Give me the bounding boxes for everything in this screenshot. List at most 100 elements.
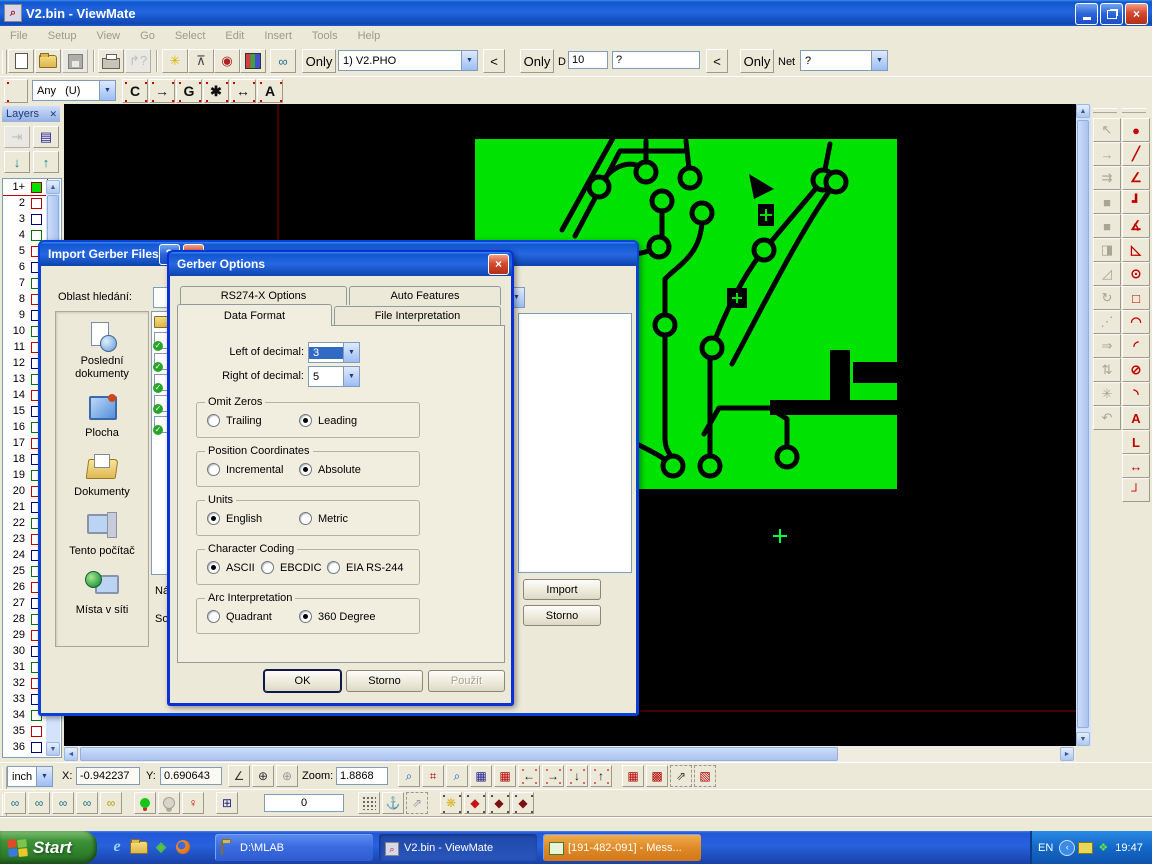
move-tool-button[interactable]: → [1093, 142, 1121, 166]
save-file-button[interactable] [62, 49, 88, 73]
close-icon[interactable]: × [488, 254, 509, 275]
copy-tool-button[interactable]: ⇉ [1093, 166, 1121, 190]
pan-right-icon[interactable]: → [542, 765, 564, 787]
layer-color-swatch[interactable] [31, 230, 42, 241]
film-colors-button[interactable] [240, 49, 266, 73]
new-file-button[interactable] [8, 49, 34, 73]
gerber-options-titlebar[interactable]: Gerber Options × [169, 252, 512, 276]
line-tool-button[interactable]: ╱ [1122, 142, 1150, 166]
task-dmlab[interactable]: D:\MLAB [215, 834, 373, 861]
highlight-off-icon[interactable] [158, 792, 180, 814]
aperture-arrow-button[interactable]: → [149, 79, 175, 103]
undo-tool-button[interactable]: ↶ [1093, 406, 1121, 430]
pad-mode-icon[interactable]: ◆ [464, 792, 486, 814]
layer-table-button[interactable]: ▤ [33, 126, 59, 148]
vector-icon[interactable]: ⇗ [406, 792, 428, 814]
grid-edit-icon[interactable]: ▩ [646, 765, 668, 787]
menu-tools[interactable]: Tools [302, 28, 348, 44]
radio-ebcdic[interactable]: EBCDIC [261, 561, 322, 574]
cancel-button[interactable]: Storno [523, 605, 601, 626]
paste-tool-button[interactable]: ⇒ [1093, 334, 1121, 358]
hscroll-thumb[interactable] [80, 747, 838, 761]
layer-row[interactable]: 3 [3, 211, 47, 227]
settings-tool-button[interactable]: ✳ [1093, 382, 1121, 406]
arc-tool-button[interactable]: ◠ [1122, 310, 1150, 334]
grid-red-icon[interactable]: ▦ [494, 765, 516, 787]
measure-view-button[interactable]: ⊼ [188, 49, 214, 73]
tile-windows-icon[interactable]: ⊞ [216, 792, 238, 814]
angle-measure-icon[interactable]: ∠ [228, 765, 250, 787]
layer-select[interactable]: 1) V2.PHO ▼ [338, 50, 478, 71]
menu-help[interactable]: Help [348, 28, 391, 44]
print-button[interactable] [98, 49, 124, 73]
rect-fill-tool-button[interactable]: ■ [1093, 214, 1121, 238]
pad-edit-icon[interactable]: ◆ [512, 792, 534, 814]
firefox-icon[interactable] [174, 838, 192, 856]
anchor-icon[interactable]: ⚓ [382, 792, 404, 814]
polyline-tool-button[interactable]: ∠ [1122, 166, 1150, 190]
dcode-input[interactable]: 10 [568, 51, 608, 69]
place-recent[interactable]: Poslední dokumenty [58, 322, 146, 381]
layer-color-swatch[interactable] [31, 726, 42, 737]
right-of-decimal-select[interactable]: 5 ▼ [308, 366, 360, 387]
chevron-down-icon[interactable]: ▼ [343, 367, 359, 386]
apply-button[interactable]: Použít [428, 670, 505, 692]
radio-eia-rs244[interactable]: EIA RS-244 [327, 561, 403, 574]
aperture-star-button[interactable]: ✱ [203, 79, 229, 103]
chevron-down-icon[interactable]: ▼ [461, 51, 477, 70]
zoom-window-icon[interactable]: ⌕ [446, 765, 468, 787]
menu-edit[interactable]: Edit [215, 28, 254, 44]
unit-select[interactable]: inch ▼ [7, 766, 53, 787]
scroll-up-icon[interactable]: ▲ [1076, 104, 1090, 118]
radio-english[interactable]: English [207, 512, 262, 525]
select-area-icon[interactable]: ▧ [694, 765, 716, 787]
flash-view-button[interactable]: ✳ [162, 49, 188, 73]
aperture-circle-button[interactable]: C [122, 79, 148, 103]
aperture-width-button[interactable]: ↔ [230, 79, 256, 103]
width-tool-button[interactable]: ↔ [1122, 454, 1150, 478]
layer-color-swatch[interactable] [31, 742, 42, 753]
aperture-text-button[interactable]: A [257, 79, 283, 103]
aperture-filter-button[interactable] [4, 79, 28, 103]
scroll-up-icon[interactable]: ▲ [46, 180, 60, 194]
prev-layer-button[interactable]: < [483, 49, 505, 73]
chevron-down-icon[interactable]: ▼ [343, 343, 359, 362]
layer-up-button[interactable]: ↑ [33, 151, 59, 173]
inspect-button[interactable]: ∞ [270, 49, 296, 73]
select-tool-button[interactable]: ↖ [1093, 118, 1121, 142]
context-help-button[interactable]: ↱? [125, 49, 151, 73]
probe-icon[interactable]: ♀ [182, 792, 204, 814]
filled-rect-tool-button[interactable]: ■ [1093, 190, 1121, 214]
clock[interactable]: 19:47 [1115, 842, 1143, 854]
close-button[interactable]: × [1125, 3, 1148, 25]
cancel-button[interactable]: Storno [346, 670, 423, 692]
flash-mode-icon[interactable]: ❋ [440, 792, 462, 814]
aperture-type-select[interactable]: Any (U) ▼ [32, 80, 116, 101]
ok-button[interactable]: OK [264, 670, 341, 692]
relative-origin-icon[interactable]: ⊕ [276, 765, 298, 787]
left-of-decimal-select[interactable]: 3 ▼ [308, 342, 360, 363]
label-tool-button[interactable]: L [1122, 430, 1150, 454]
radio-quadrant[interactable]: Quadrant [207, 610, 272, 623]
chevron-down-icon[interactable]: ▼ [36, 767, 52, 786]
canvas-hscrollbar[interactable]: ◄ ► [64, 746, 1076, 762]
view-layers-icon[interactable]: ∞ [100, 792, 122, 814]
tray-card-icon[interactable] [1077, 840, 1093, 856]
task-messenger[interactable]: [191-482-091] - Mess... [543, 834, 701, 861]
grid-window-icon[interactable]: ▦ [470, 765, 492, 787]
pan-up-icon[interactable]: ↑ [590, 765, 612, 787]
highlight-on-icon[interactable] [134, 792, 156, 814]
internet-explorer-icon[interactable]: e [108, 838, 126, 856]
circle-tool-button[interactable]: ⊙ [1122, 262, 1150, 286]
tab-rs274x-options[interactable]: RS274-X Options [180, 286, 347, 305]
layers-panel-titlebar[interactable]: Layers ✕ [2, 106, 60, 122]
stretch-icon[interactable]: ⇗ [670, 765, 692, 787]
dcode-filter-input[interactable]: ? [612, 51, 700, 69]
only-net-button[interactable]: Only [740, 49, 774, 73]
close-icon[interactable]: ✕ [49, 109, 57, 120]
layer-color-swatch[interactable] [31, 214, 42, 225]
bend-tool-button[interactable]: ┘ [1122, 478, 1150, 502]
scroll-down-icon[interactable]: ▼ [46, 742, 60, 756]
pan-left-icon[interactable]: ← [518, 765, 540, 787]
tab-file-interpretation[interactable]: File Interpretation [334, 306, 501, 325]
